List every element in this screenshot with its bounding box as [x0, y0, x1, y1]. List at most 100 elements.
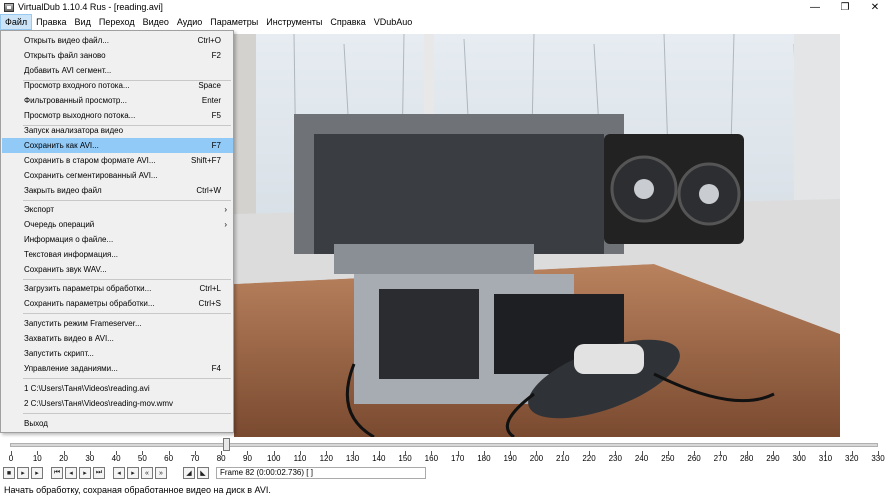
menu-item-label: Захватить видео в AVI... — [24, 334, 114, 343]
menu-options[interactable]: Параметры — [206, 14, 262, 30]
go-start-icon[interactable]: ⏮ — [51, 467, 63, 479]
menu-item-shortcut: Space — [198, 81, 221, 90]
menu-item-preview-input[interactable]: Просмотр входного потока... Space — [2, 78, 233, 93]
menu-item-text-info[interactable]: Текстовая информация... — [2, 247, 233, 262]
menu-file[interactable]: Файл — [0, 14, 33, 30]
stop-icon[interactable]: ■ — [3, 467, 15, 479]
menu-item-save-old-format[interactable]: Сохранить в старом формате AVI... Shift+… — [2, 153, 233, 168]
menu-item-load-settings[interactable]: Загрузить параметры обработки... Ctrl+L — [2, 281, 233, 296]
menu-go[interactable]: Переход — [95, 14, 139, 30]
timeline-tick-label: 60 — [164, 454, 174, 463]
minimize-icon[interactable]: — — [800, 0, 830, 14]
next-keyframe-icon[interactable]: ▸ — [127, 467, 139, 479]
menu-audio[interactable]: Аудио — [173, 14, 206, 30]
timeline-tick-label: 0 — [8, 454, 14, 463]
mark-out-icon[interactable]: ◣ — [197, 467, 209, 479]
scene-back-icon[interactable]: « — [141, 467, 153, 479]
timeline-tick-label: 120 — [319, 454, 333, 463]
window-controls: — ❐ ✕ — [800, 0, 890, 14]
timeline-track[interactable] — [10, 443, 878, 447]
video-frame-image — [234, 34, 840, 437]
menu-edit[interactable]: Правка — [32, 14, 70, 30]
menu-item-label: 2 C:\Users\Таня\Videos\reading-mov.wmv — [24, 399, 174, 408]
menu-view[interactable]: Вид — [71, 14, 95, 30]
timeline-tick-label: 230 — [608, 454, 622, 463]
menu-item-file-info[interactable]: Информация о файле... — [2, 232, 233, 247]
step-back-icon[interactable]: ◂ — [65, 467, 77, 479]
menu-item-label: Запустить режим Frameserver... — [24, 319, 142, 328]
app-icon — [4, 2, 14, 12]
menu-item-shortcut: F2 — [211, 51, 221, 60]
menu-item-save-as-avi[interactable]: Сохранить как AVI... F7 — [2, 138, 233, 153]
menu-item-preview-filtered[interactable]: Фильтрованный просмотр... Enter — [2, 93, 233, 108]
menu-item-label: Закрыть видео файл — [24, 186, 102, 195]
menu-item-shortcut: F7 — [211, 141, 221, 150]
menu-item-run-script[interactable]: Запустить скрипт... — [2, 346, 233, 361]
menu-item-shortcut: F5 — [211, 111, 221, 120]
submenu-arrow-icon: › — [224, 220, 227, 229]
menu-item-label: Фильтрованный просмотр... — [24, 96, 127, 105]
menu-item-close-video[interactable]: Закрыть видео файл Ctrl+W — [2, 183, 233, 198]
menu-item-label: Просмотр выходного потока... — [24, 111, 136, 120]
close-icon[interactable]: ✕ — [860, 0, 890, 14]
menu-item-preview-output[interactable]: Просмотр выходного потока... F5 — [2, 108, 233, 123]
go-end-icon[interactable]: ⏭ — [93, 467, 105, 479]
status-bar: Начать обработку, сохраная обработанное … — [0, 482, 890, 498]
timeline[interactable]: 0 10 20 30 40 50 60 70 80 90 100 110 120 130 140 150 160… — [0, 438, 890, 466]
menu-item-job-queue[interactable]: Очередь операций › — [2, 217, 233, 232]
menu-video[interactable]: Видео — [139, 14, 173, 30]
menu-item-save-segmented[interactable]: Сохранить сегментированный AVI... — [2, 168, 233, 183]
menu-item-exit[interactable]: Выход — [2, 416, 233, 431]
title-bar: VirtualDub 1.10.4 Rus - [reading.avi] — … — [0, 0, 890, 14]
menu-item-append-segment[interactable]: Добавить AVI сегмент... — [2, 63, 233, 78]
menu-item-capture-avi[interactable]: Захватить видео в AVI... — [2, 331, 233, 346]
timeline-tick-label: 140 — [372, 454, 386, 463]
menu-item-run-analysis[interactable]: Запуск анализатора видео — [2, 123, 233, 138]
menu-item-shortcut: Ctrl+O — [197, 36, 221, 45]
timeline-tick-label: 130 — [345, 454, 360, 463]
timeline-tick-label: 110 — [293, 454, 307, 463]
menu-item-label: Управление заданиями... — [24, 364, 118, 373]
step-forward-icon[interactable]: ▸ — [79, 467, 91, 479]
menu-item-shortcut: Ctrl+S — [198, 299, 221, 308]
menu-item-label: Очередь операций — [24, 220, 95, 229]
menu-item-shortcut: Ctrl+W — [196, 186, 221, 195]
menu-item-open-video[interactable]: Открыть видео файл... Ctrl+O — [2, 33, 233, 48]
play-input-icon[interactable]: ▸ — [17, 467, 29, 479]
menu-item-frameserver[interactable]: Запустить режим Frameserver... — [2, 316, 233, 331]
menu-item-recent-2[interactable]: 2 C:\Users\Таня\Videos\reading-mov.wmv — [2, 396, 233, 411]
menu-item-save-wav[interactable]: Сохранить звук WAV... — [2, 262, 233, 277]
menu-item-label: Экспорт — [24, 205, 55, 214]
menu-item-label: Сохранить звук WAV... — [24, 265, 107, 274]
menu-item-label: Информация о файле... — [24, 235, 114, 244]
toolbar: ■ ▸ ▸ ⏮ ◂ ▸ ⏭ ◂ ▸ « » ◢ ◣ Frame 82 (0:00… — [0, 466, 890, 482]
timeline-tick-label: 190 — [503, 454, 517, 463]
timeline-tick-label: 220 — [582, 454, 596, 463]
scene-forward-icon[interactable]: » — [155, 467, 167, 479]
menu-item-job-control[interactable]: Управление заданиями... F4 — [2, 361, 233, 376]
play-output-icon[interactable]: ▸ — [31, 467, 43, 479]
restore-icon[interactable]: ❐ — [830, 0, 860, 14]
menu-vdubauo[interactable]: VDubAuo — [370, 14, 417, 30]
menu-help[interactable]: Справка — [326, 14, 369, 30]
menu-item-shortcut: F4 — [211, 364, 221, 373]
timeline-tick-label: 240 — [634, 454, 649, 463]
prev-keyframe-icon[interactable]: ◂ — [113, 467, 125, 479]
menu-item-label: Открыть видео файл... — [24, 36, 109, 45]
mark-in-icon[interactable]: ◢ — [183, 467, 195, 479]
menu-item-export[interactable]: Экспорт › — [2, 202, 233, 217]
timeline-tick-label: 40 — [111, 454, 121, 463]
menu-tools[interactable]: Инструменты — [262, 14, 326, 30]
menu-separator — [23, 279, 231, 280]
menu-item-reopen[interactable]: Открыть файл заново F2 — [2, 48, 233, 63]
timeline-tick-label: 80 — [216, 454, 226, 463]
menu-item-label: Просмотр входного потока... — [24, 81, 130, 90]
window-title: VirtualDub 1.10.4 Rus - [reading.avi] — [18, 2, 163, 12]
timeline-tick-label: 160 — [424, 454, 439, 463]
timeline-tick-label: 310 — [818, 454, 833, 463]
menu-item-recent-1[interactable]: 1 C:\Users\Таня\Videos\reading.avi — [2, 381, 233, 396]
timeline-thumb[interactable] — [223, 438, 231, 451]
frame-indicator[interactable]: Frame 82 (0:00:02.736) [ ] — [216, 467, 426, 479]
menu-bar: Файл Правка Вид Переход Видео Аудио Пара… — [0, 14, 890, 30]
menu-item-save-settings[interactable]: Сохранить параметры обработки... Ctrl+S — [2, 296, 233, 311]
